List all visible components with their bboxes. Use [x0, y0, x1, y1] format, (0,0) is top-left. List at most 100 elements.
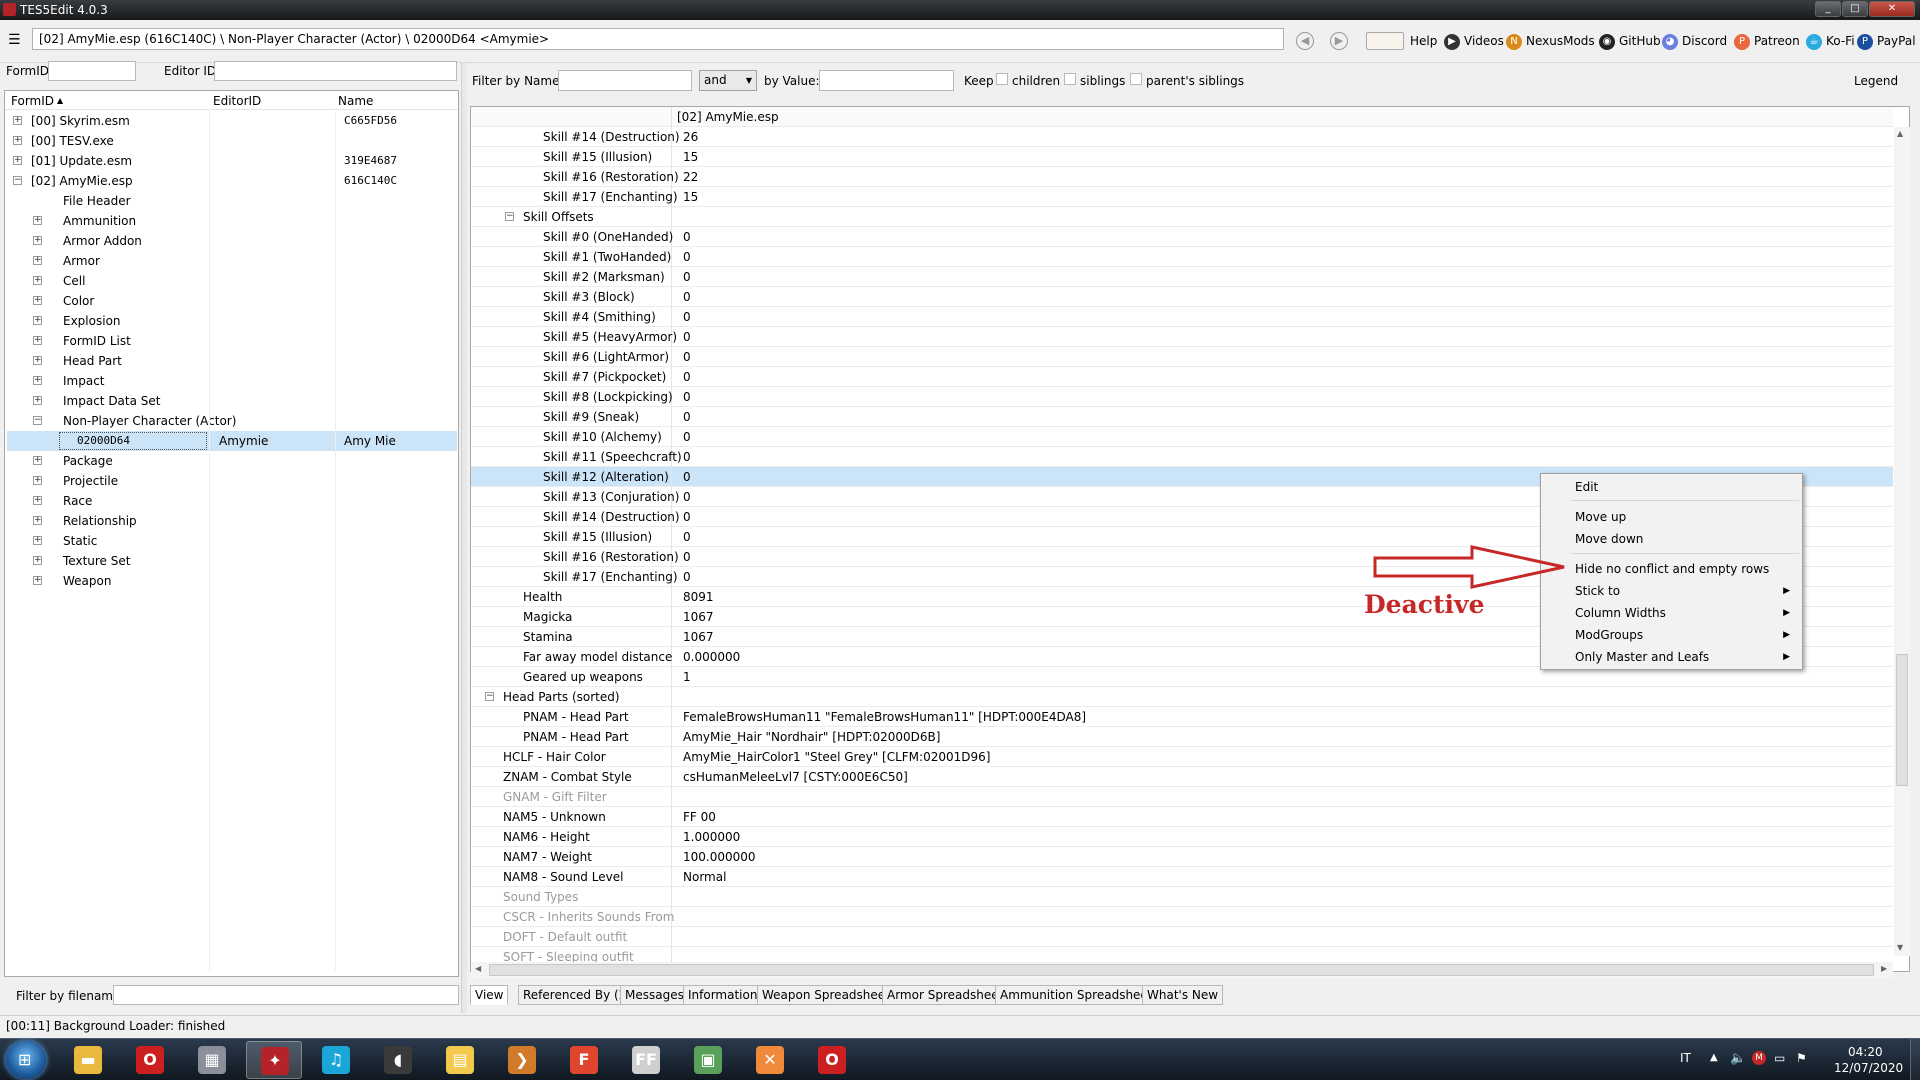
record-row[interactable]: GNAM - Gift Filter [471, 787, 1893, 807]
expand-icon[interactable]: + [13, 136, 22, 145]
record-field-value[interactable]: AmyMie_Hair "Nordhair" [HDPT:02000D6B] [683, 727, 940, 747]
tab-ammunition-spreadsheet[interactable]: Ammunition Spreadsheet [995, 985, 1158, 1005]
record-field-value[interactable]: Normal [683, 867, 726, 887]
tab-information[interactable]: Information [683, 985, 763, 1005]
start-button[interactable]: ⊞ [6, 1041, 46, 1079]
record-row[interactable]: Skill #14 (Destruction) 26 [471, 127, 1893, 147]
taskbar-app[interactable]: O [804, 1041, 860, 1079]
forward-icon[interactable]: ▶ [1330, 32, 1348, 50]
record-field-value[interactable]: 0 [683, 227, 691, 247]
record-row[interactable]: Skill #11 (Speechcraft) 0 [471, 447, 1893, 467]
record-field-value[interactable]: AmyMie_HairColor1 "Steel Grey" [CLFM:020… [683, 747, 990, 767]
expand-icon[interactable]: + [33, 216, 42, 225]
scroll-up-icon[interactable]: ▲ [1897, 129, 1903, 138]
editorid-input[interactable] [214, 61, 457, 81]
record-row[interactable]: HCLF - Hair Color AmyMie_HairColor1 "Stee… [471, 747, 1893, 767]
formid-input[interactable] [48, 61, 136, 81]
tree-row[interactable]: File Header [5, 191, 458, 211]
children-checkbox[interactable] [996, 73, 1008, 85]
clock-date[interactable]: 12/07/2020 [1834, 1061, 1903, 1075]
help-link[interactable]: Help [1410, 32, 1437, 50]
record-field-value[interactable]: csHumanMeleeLvl7 [CSTY:000E6C50] [683, 767, 908, 787]
tree-row[interactable]: + [00] TESV.exe [5, 131, 458, 151]
record-row[interactable]: CSCR - Inherits Sounds From [471, 907, 1893, 927]
clock-time[interactable]: 04:20 [1848, 1045, 1883, 1059]
menu-hide-no-conflict[interactable]: Hide no conflict and empty rows [1541, 558, 1802, 580]
record-row[interactable]: ZNAM - Combat Style csHumanMeleeLvl7 [CST… [471, 767, 1893, 787]
record-field-value[interactable]: 26 [683, 127, 698, 147]
show-desktop-button[interactable] [1910, 1039, 1920, 1080]
tree-row[interactable]: + Package [5, 451, 458, 471]
tab-view[interactable]: View [470, 985, 509, 1005]
tab-referenced-by-2[interactable]: Referenced By (2) [518, 985, 637, 1005]
record-row[interactable]: DOFT - Default outfit [471, 927, 1893, 947]
record-field-value[interactable]: 0 [683, 347, 691, 367]
expand-icon[interactable]: + [33, 256, 42, 265]
path-box[interactable]: [02] AmyMie.esp (616C140C) \ Non-Player … [32, 28, 1284, 50]
tree-row[interactable]: + Color [5, 291, 458, 311]
tree-row[interactable]: + Texture Set [5, 551, 458, 571]
record-field-value[interactable]: 0 [683, 267, 691, 287]
record-field-value[interactable]: 0 [683, 407, 691, 427]
record-row[interactable]: Skill #2 (Marksman) 0 [471, 267, 1893, 287]
back-icon[interactable]: ◀ [1296, 32, 1314, 50]
expand-icon[interactable]: + [33, 516, 42, 525]
menu-edit[interactable]: Edit [1541, 476, 1802, 498]
vertical-scrollbar[interactable]: ▲ ▼ [1894, 127, 1910, 956]
record-field-value[interactable]: 0 [683, 487, 691, 507]
record-field-value[interactable]: 0 [683, 427, 691, 447]
tree-row[interactable]: + Ammunition [5, 211, 458, 231]
record-row[interactable]: Skill #15 (Illusion) 15 [471, 147, 1893, 167]
taskbar-app[interactable]: ◖ [370, 1041, 426, 1079]
menu-icon[interactable]: ☰ [8, 32, 24, 48]
menu-stick-to[interactable]: Stick to ▶ [1541, 580, 1802, 602]
record-row[interactable]: NAM8 - Sound Level Normal [471, 867, 1893, 887]
expand-icon[interactable]: + [33, 276, 42, 285]
record-field-value[interactable]: 1067 [683, 627, 714, 647]
record-row[interactable]: Skill #7 (Pickpocket) 0 [471, 367, 1893, 387]
tree-row[interactable]: + Relationship [5, 511, 458, 531]
tree-row[interactable]: + Race [5, 491, 458, 511]
filter-name-input[interactable] [558, 70, 692, 91]
patreon-link[interactable]: P Patreon [1734, 32, 1800, 50]
tree-row[interactable]: + [01] Update.esm 319E4687 [5, 151, 458, 171]
taskbar-app[interactable]: F [556, 1041, 612, 1079]
expand-icon[interactable]: + [33, 316, 42, 325]
close-button[interactable]: ✕ [1869, 1, 1915, 17]
record-field-value[interactable]: 0.000000 [683, 647, 740, 667]
videos-link[interactable]: ▶ Videos [1444, 32, 1504, 50]
tree-row[interactable]: + Head Part [5, 351, 458, 371]
record-row[interactable]: Skill #5 (HeavyArmor) 0 [471, 327, 1893, 347]
record-row[interactable]: Skill #16 (Restoration) 22 [471, 167, 1893, 187]
taskbar-app[interactable]: ▣ [680, 1041, 736, 1079]
record-field-value[interactable]: 0 [683, 507, 691, 527]
column-name[interactable]: Name [338, 94, 373, 108]
expand-icon[interactable]: + [33, 576, 42, 585]
plugin-column-header[interactable]: [02] AmyMie.esp [677, 107, 779, 127]
taskbar-app[interactable]: ▬ [60, 1041, 116, 1079]
collapse-icon[interactable]: − [485, 692, 494, 701]
menu-only-master-leafs[interactable]: Only Master and Leafs ▶ [1541, 646, 1802, 668]
tab-armor-spreadsheet[interactable]: Armor Spreadsheet [882, 985, 1009, 1005]
collapse-icon[interactable]: − [33, 416, 42, 425]
tree-row[interactable]: + [00] Skyrim.esm C665FD56 [5, 111, 458, 131]
record-row[interactable]: Geared up weapons 1 [471, 667, 1893, 687]
record-field-value[interactable]: 8091 [683, 587, 714, 607]
filter-value-input[interactable] [819, 70, 954, 91]
paypal-link[interactable]: P PayPal [1857, 32, 1916, 50]
record-field-value[interactable]: 0 [683, 467, 691, 487]
filter-filename-input[interactable] [113, 985, 459, 1005]
collapse-icon[interactable]: − [505, 212, 514, 221]
tree-row[interactable]: + Weapon [5, 571, 458, 591]
scroll-right-icon[interactable]: ▶ [1881, 964, 1887, 973]
github-link[interactable]: ◉ GitHub [1599, 32, 1661, 50]
taskbar-app[interactable]: ✕ [742, 1041, 798, 1079]
record-field-value[interactable]: 0 [683, 387, 691, 407]
expand-icon[interactable]: + [33, 456, 42, 465]
expand-icon[interactable]: + [33, 476, 42, 485]
record-field-value[interactable]: FF 00 [683, 807, 716, 827]
tree-row[interactable]: − [02] AmyMie.esp 616C140C [5, 171, 458, 191]
tree-row[interactable]: + Impact Data Set [5, 391, 458, 411]
network-icon[interactable]: ▭ [1774, 1051, 1785, 1065]
record-row[interactable]: Skill #3 (Block) 0 [471, 287, 1893, 307]
